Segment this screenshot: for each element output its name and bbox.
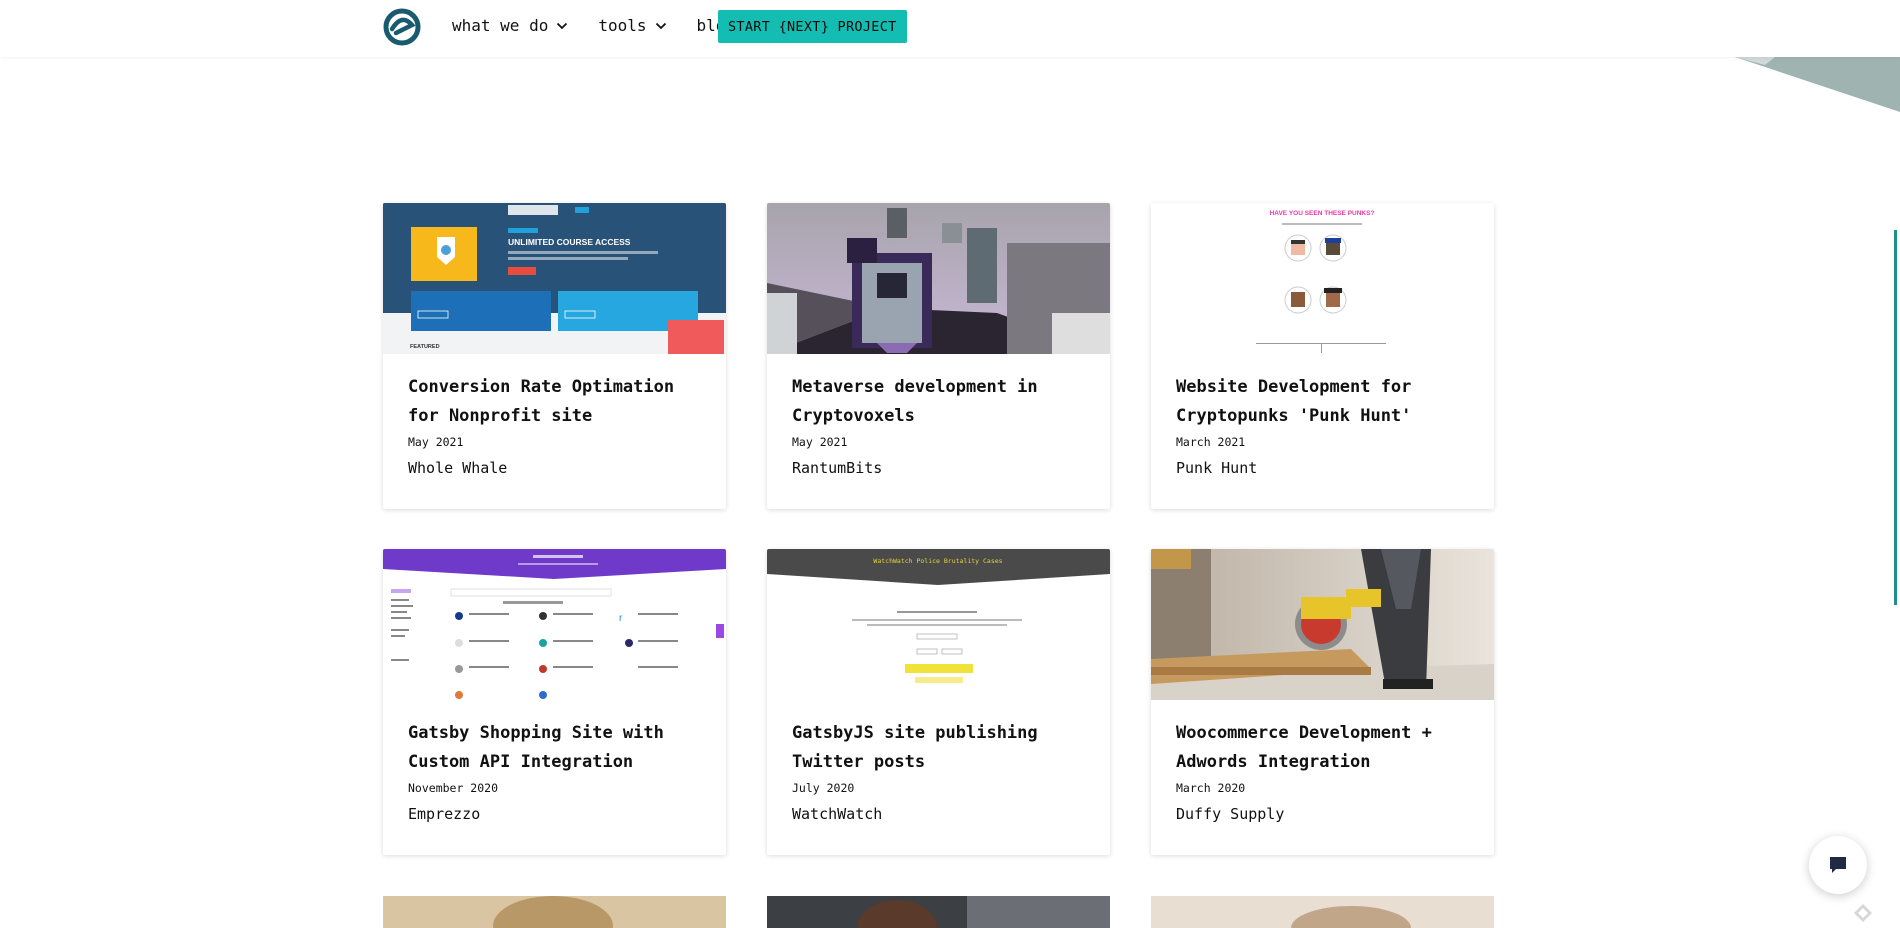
project-date: March 2020 — [1176, 781, 1246, 795]
logo-icon[interactable] — [382, 7, 422, 47]
project-thumbnail: r — [383, 549, 726, 700]
diamond-icon — [1854, 904, 1872, 922]
decorative-triangle — [1735, 57, 1900, 112]
chevron-down-icon — [557, 22, 568, 29]
project-date: July 2020 — [792, 781, 855, 795]
project-card[interactable]: Woocommerce Development + Adwords Integr… — [1151, 549, 1494, 855]
main-nav: what we do tools blog — [452, 16, 735, 35]
hero-badge: UNLIMITED COURSE ACCESS — [508, 237, 631, 247]
project-thumbnail: WatchWatch Police Brutality Cases — [767, 549, 1110, 700]
chevron-down-icon — [655, 22, 666, 29]
project-client: Punk Hunt — [1176, 459, 1258, 477]
project-card-partial[interactable] — [1151, 896, 1494, 928]
project-client: Duffy Supply — [1176, 805, 1285, 823]
nav-label: what we do — [452, 16, 549, 35]
chat-icon — [1830, 857, 1846, 873]
project-client: WatchWatch — [792, 805, 883, 823]
project-client: RantumBits — [792, 459, 883, 477]
project-thumbnail — [1151, 549, 1494, 700]
project-title[interactable]: Metaverse development in Cryptovoxels — [792, 373, 1092, 431]
project-date: May 2021 — [408, 435, 464, 449]
project-card-partial[interactable] — [767, 896, 1110, 928]
project-card[interactable]: r Gatsby Shopping Site with Custom API I… — [383, 549, 726, 855]
project-client: Whole Whale — [408, 459, 508, 477]
project-title[interactable]: Woocommerce Development + Adwords Integr… — [1176, 719, 1476, 777]
project-card[interactable]: HAVE YOU SEEN THESE PUNKS? Website Devel… — [1151, 203, 1494, 509]
project-thumbnail — [767, 203, 1110, 354]
chat-button[interactable] — [1809, 836, 1867, 894]
start-project-button[interactable]: START {NEXT} PROJECT — [718, 10, 907, 43]
project-date: November 2020 — [408, 781, 499, 795]
project-client: Emprezzo — [408, 805, 481, 823]
scroll-indicator — [1894, 230, 1897, 605]
project-title[interactable]: Website Development for Cryptopunks 'Pun… — [1176, 373, 1476, 431]
project-card[interactable]: WatchWatch Police Brutality Cases Gatsby… — [767, 549, 1110, 855]
nav-what-we-do[interactable]: what we do — [452, 16, 568, 35]
project-card-partial[interactable] — [383, 896, 726, 928]
project-card[interactable]: Metaverse development in Cryptovoxels Ma… — [767, 203, 1110, 509]
project-title[interactable]: Gatsby Shopping Site with Custom API Int… — [408, 719, 708, 777]
project-title[interactable]: GatsbyJS site publishing Twitter posts — [792, 719, 1092, 777]
watch-heading: WatchWatch Police Brutality Cases — [873, 557, 1002, 565]
project-thumbnail: HAVE YOU SEEN THESE PUNKS? — [1151, 203, 1494, 354]
project-title[interactable]: Conversion Rate Optimation for Nonprofit… — [408, 373, 708, 431]
project-date: May 2021 — [792, 435, 848, 449]
punks-heading: HAVE YOU SEEN THESE PUNKS? — [1270, 210, 1375, 217]
nav-tools[interactable]: tools — [598, 16, 666, 35]
project-date: March 2021 — [1176, 435, 1246, 449]
project-card[interactable]: UNLIMITED COURSE ACCESS FEATURED Convers… — [383, 203, 726, 509]
featured-label: FEATURED — [410, 344, 440, 350]
site-header: what we do tools blog START {NEXT} PROJE… — [0, 0, 1900, 57]
nav-label: tools — [598, 16, 647, 35]
project-thumbnail: UNLIMITED COURSE ACCESS FEATURED — [383, 203, 726, 354]
